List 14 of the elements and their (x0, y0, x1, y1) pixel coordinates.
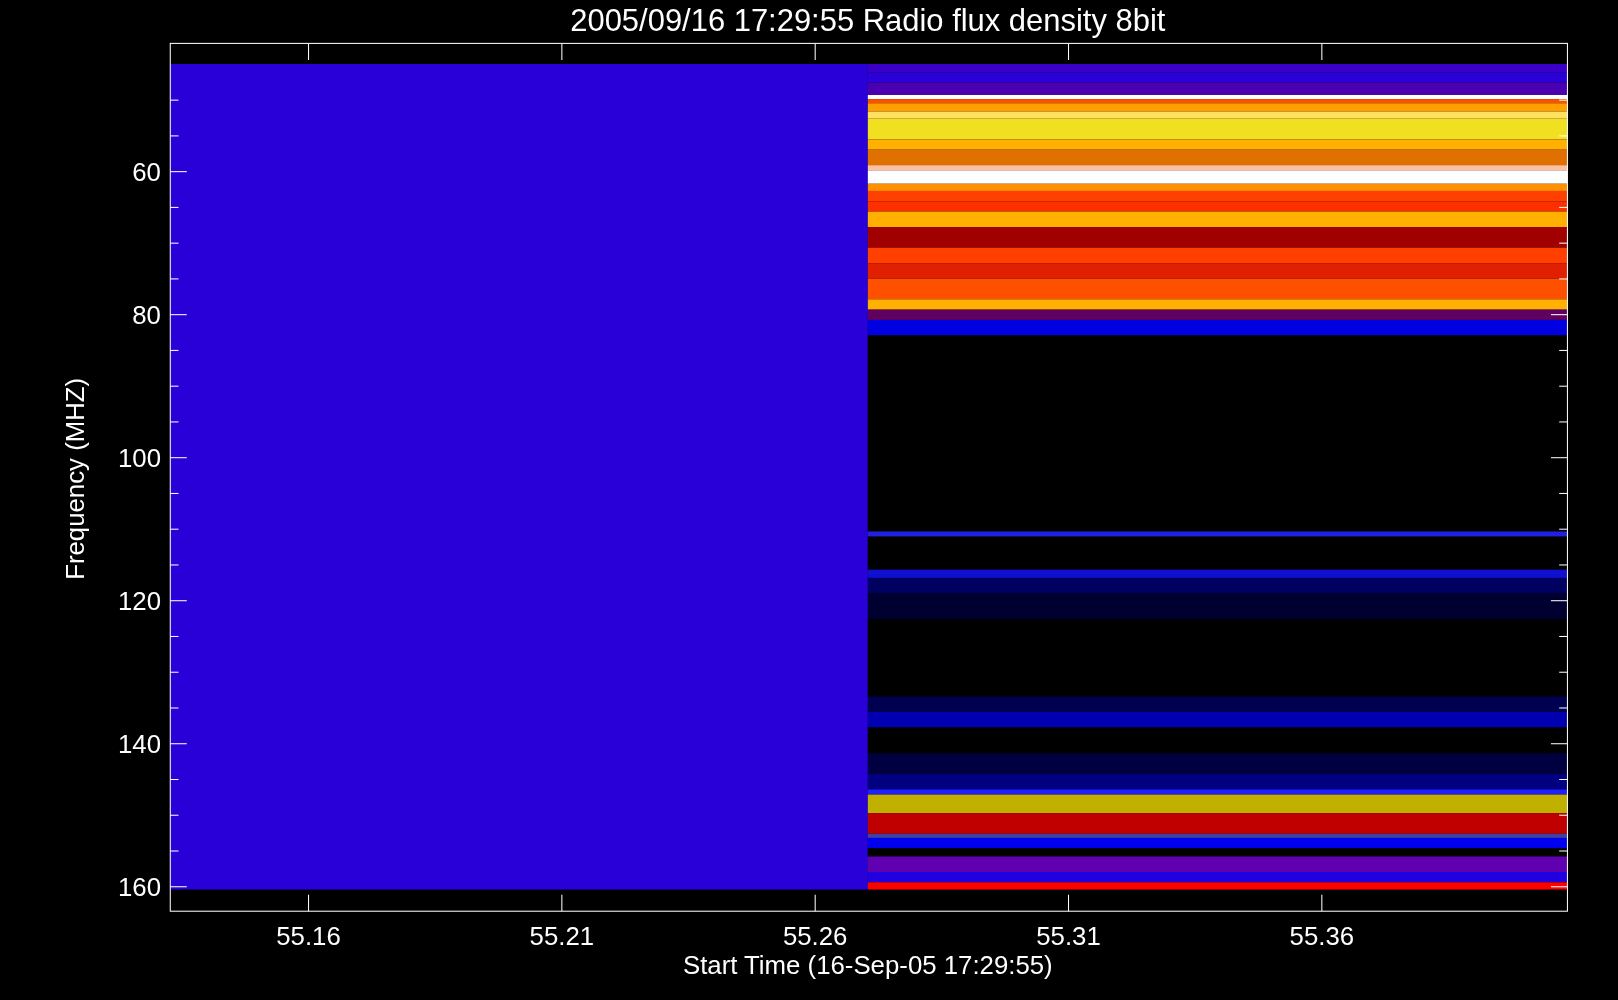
tick-label: 80 (132, 300, 161, 329)
tick-label: 55.21 (529, 922, 595, 951)
tick-label: 100 (117, 443, 161, 472)
axis-label: Start Time (16-Sep-05 17:29:55) (682, 951, 1053, 980)
tick-label: 55.36 (1289, 922, 1355, 951)
tick-label: 120 (117, 586, 161, 615)
tick-label: 60 (132, 157, 161, 186)
axis-label: Frequency (MHZ) (60, 377, 89, 580)
tick-label: 55.31 (1036, 922, 1101, 951)
tick-label: 55.26 (782, 922, 848, 951)
plot-title: 2005/09/16 17:29:55 Radio flux density 8bit (570, 3, 1166, 38)
tick-label: 55.16 (276, 922, 341, 951)
tick-label: 140 (117, 729, 161, 758)
tick-label: 160 (117, 872, 161, 901)
